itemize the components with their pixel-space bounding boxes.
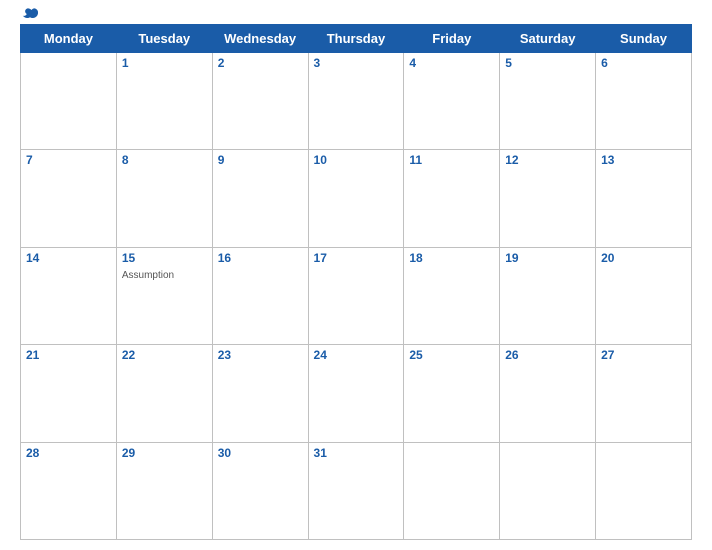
day-number: 5 [505, 56, 590, 70]
calendar-cell: 22 [116, 345, 212, 442]
calendar-cell: 27 [596, 345, 692, 442]
day-header-friday: Friday [404, 25, 500, 53]
calendar-cell: 6 [596, 53, 692, 150]
calendar-cell [404, 442, 500, 539]
calendar-cell: 18 [404, 247, 500, 344]
calendar-cell: 28 [21, 442, 117, 539]
logo-bird-icon [22, 7, 38, 21]
calendar-cell: 23 [212, 345, 308, 442]
day-number: 30 [218, 446, 303, 460]
day-number: 6 [601, 56, 686, 70]
day-number: 18 [409, 251, 494, 265]
calendar-cell: 4 [404, 53, 500, 150]
calendar-cell: 3 [308, 53, 404, 150]
calendar-cell: 7 [21, 150, 117, 247]
day-number: 8 [122, 153, 207, 167]
day-number: 7 [26, 153, 111, 167]
day-number: 1 [122, 56, 207, 70]
day-number: 3 [314, 56, 399, 70]
calendar-week-1: 123456 [21, 53, 692, 150]
day-number: 23 [218, 348, 303, 362]
logo-blue-text [20, 7, 38, 21]
day-number: 17 [314, 251, 399, 265]
calendar-cell: 1 [116, 53, 212, 150]
calendar-week-2: 789 10 11 12 13 [21, 150, 692, 247]
calendar-week-3: 14 15 Assumption 16 17 18 19 20 [21, 247, 692, 344]
day-number: 2 [218, 56, 303, 70]
calendar-cell: 24 [308, 345, 404, 442]
calendar-cell: 30 [212, 442, 308, 539]
day-header-tuesday: Tuesday [116, 25, 212, 53]
calendar-cell: 12 [500, 150, 596, 247]
calendar-cell [500, 442, 596, 539]
day-number: 24 [314, 348, 399, 362]
calendar-cell: 20 [596, 247, 692, 344]
day-number: 13 [601, 153, 686, 167]
holiday-label: Assumption [122, 270, 174, 281]
day-number: 29 [122, 446, 207, 460]
days-header-row: MondayTuesdayWednesdayThursdayFridaySatu… [21, 25, 692, 53]
logo [20, 7, 38, 21]
calendar-cell: 15 Assumption [116, 247, 212, 344]
day-number: 31 [314, 446, 399, 460]
calendar-week-5: 28 29 30 31 [21, 442, 692, 539]
calendar-cell: 25 [404, 345, 500, 442]
day-number: 25 [409, 348, 494, 362]
calendar-header [20, 10, 692, 18]
day-header-thursday: Thursday [308, 25, 404, 53]
calendar-cell: 17 [308, 247, 404, 344]
calendar-cell: 9 [212, 150, 308, 247]
calendar-cell: 29 [116, 442, 212, 539]
day-number: 4 [409, 56, 494, 70]
calendar-cell: 10 [308, 150, 404, 247]
calendar-cell: 19 [500, 247, 596, 344]
day-header-wednesday: Wednesday [212, 25, 308, 53]
day-number: 14 [26, 251, 111, 265]
day-header-monday: Monday [21, 25, 117, 53]
day-number: 27 [601, 348, 686, 362]
day-number: 16 [218, 251, 303, 265]
day-header-saturday: Saturday [500, 25, 596, 53]
calendar-cell: 14 [21, 247, 117, 344]
day-number: 21 [26, 348, 111, 362]
calendar-cell [21, 53, 117, 150]
calendar-cell: 5 [500, 53, 596, 150]
calendar-cell: 21 [21, 345, 117, 442]
calendar-cell: 13 [596, 150, 692, 247]
day-number: 26 [505, 348, 590, 362]
calendar-cell: 8 [116, 150, 212, 247]
calendar-cell: 16 [212, 247, 308, 344]
calendar-week-4: 21 22 23 24 25 26 27 [21, 345, 692, 442]
day-number: 11 [409, 153, 494, 167]
calendar-table: MondayTuesdayWednesdayThursdayFridaySatu… [20, 24, 692, 540]
day-number: 15 [122, 251, 207, 265]
day-number: 20 [601, 251, 686, 265]
calendar-cell: 31 [308, 442, 404, 539]
calendar-cell: 26 [500, 345, 596, 442]
calendar-cell [596, 442, 692, 539]
day-header-sunday: Sunday [596, 25, 692, 53]
day-number: 28 [26, 446, 111, 460]
day-number: 12 [505, 153, 590, 167]
day-number: 10 [314, 153, 399, 167]
calendar-cell: 2 [212, 53, 308, 150]
day-number: 9 [218, 153, 303, 167]
day-number: 19 [505, 251, 590, 265]
calendar-cell: 11 [404, 150, 500, 247]
day-number: 22 [122, 348, 207, 362]
